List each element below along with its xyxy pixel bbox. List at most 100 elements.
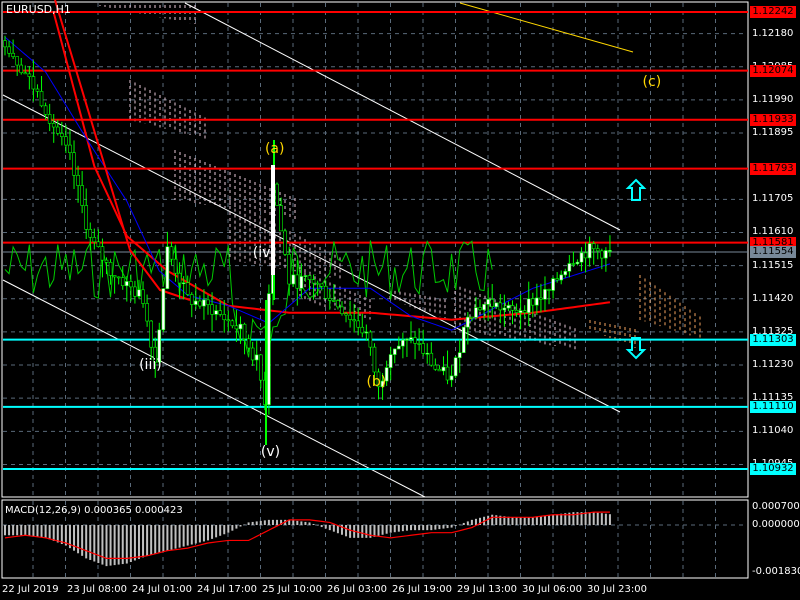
wave-label: (iv) (252, 245, 276, 262)
candle-body (575, 261, 580, 265)
candle-body (76, 174, 80, 186)
wave-label: (v) (260, 444, 281, 461)
candle-body (405, 338, 409, 341)
candle-body (141, 289, 145, 304)
candle-body (470, 316, 474, 319)
channel-line (2, 94, 621, 413)
candle-body (15, 56, 19, 66)
candle-body (161, 288, 166, 331)
candle-body (449, 375, 454, 381)
trend-line (459, 2, 634, 53)
candle-body (234, 325, 239, 330)
candle-body (35, 88, 40, 92)
candle-body (291, 274, 296, 285)
candle-body (344, 313, 348, 316)
candle-body (482, 304, 486, 311)
candle-body (417, 343, 421, 345)
candle-body (55, 126, 60, 134)
candle-body (510, 305, 515, 311)
x-tick-label: 24 Jul 01:00 (132, 584, 192, 595)
candle-body (275, 183, 279, 206)
candle-body (267, 293, 271, 406)
candle-body (425, 352, 430, 355)
candle-body (490, 299, 495, 308)
up-arrow-icon (625, 178, 647, 201)
resistance-price-label: 1.12074 (750, 64, 796, 77)
candle-body (591, 243, 596, 250)
candle-body (388, 354, 393, 368)
candle-body (173, 258, 178, 274)
x-tick-label: 26 Jul 03:00 (327, 584, 387, 595)
wave-label: (a) (264, 140, 285, 157)
candle-body (433, 364, 438, 370)
y-tick-label: 1.11420 (752, 292, 794, 304)
candle-body (31, 76, 36, 90)
candle-body (47, 114, 52, 124)
current-price-label: 1.11554 (750, 246, 796, 258)
candle-body (43, 105, 48, 115)
candle-body (413, 337, 417, 344)
candle-body (303, 275, 308, 277)
candle-body (522, 310, 527, 313)
candle-body (478, 307, 482, 311)
chart-window[interactable]: EURUSD,H1 MACD(12,26,9) 0.000365 0.00042… (0, 0, 800, 600)
x-tick-label: 30 Jul 06:00 (522, 584, 582, 595)
candle-body (133, 286, 137, 297)
x-tick-label: 24 Jul 17:00 (197, 584, 257, 595)
candle-body (453, 357, 458, 377)
y-tick-label: 1.11230 (752, 359, 794, 371)
candle-body (437, 368, 442, 372)
candle-body (279, 205, 283, 232)
candle-body (238, 323, 243, 330)
candle-body (287, 254, 292, 285)
y-tick-label: 1.11990 (752, 93, 794, 105)
candle-body (64, 136, 68, 146)
y-tick-label: 1.12180 (752, 27, 794, 39)
candle-body (84, 205, 88, 230)
candle-body (295, 274, 300, 289)
main-frame (1, 1, 749, 498)
candle-body (401, 339, 405, 347)
x-tick-label: 30 Jul 23:00 (587, 584, 647, 595)
candle-body (206, 299, 210, 305)
candle-body (242, 323, 247, 340)
candle-body (506, 305, 511, 309)
candle-body (19, 64, 24, 74)
candle-body (299, 276, 304, 289)
candle-body (600, 250, 604, 259)
macd-y-tick-label: -0.001830 (752, 566, 800, 578)
candle-body (258, 354, 263, 381)
candle-body (348, 314, 352, 320)
candle-body (587, 243, 592, 259)
candle-body (315, 282, 320, 285)
candle-body (559, 274, 564, 281)
candle-body (222, 314, 227, 321)
macd-y-tick-label: 0.000000 (752, 519, 800, 530)
candle-body (226, 319, 231, 322)
candle-body (429, 352, 434, 366)
candle-body (571, 263, 576, 265)
resistance-price-label: 1.11793 (750, 162, 796, 175)
wave-label: (iii) (139, 357, 162, 374)
candle-body (466, 316, 470, 328)
candle-body (112, 275, 117, 278)
candle-body (198, 300, 202, 307)
candle-body (60, 133, 64, 138)
candle-body (461, 326, 466, 353)
candle-body (23, 72, 28, 75)
y-tick-label: 1.11515 (752, 259, 794, 271)
candle-body (567, 263, 572, 272)
candle-body (129, 281, 133, 288)
y-tick-label: 1.11040 (752, 425, 794, 437)
candle-body (555, 278, 559, 281)
wave-label: (b) (366, 374, 387, 391)
support-price-label: 1.10932 (750, 462, 796, 475)
candle-body (116, 276, 121, 279)
chart-title: EURUSD,H1 (6, 3, 71, 16)
support-price-label: 1.11303 (750, 333, 796, 346)
candle-body (340, 306, 344, 315)
candle-body (104, 259, 109, 263)
candle-body (421, 343, 425, 354)
candle-body (100, 246, 105, 261)
candle-body (392, 348, 397, 355)
